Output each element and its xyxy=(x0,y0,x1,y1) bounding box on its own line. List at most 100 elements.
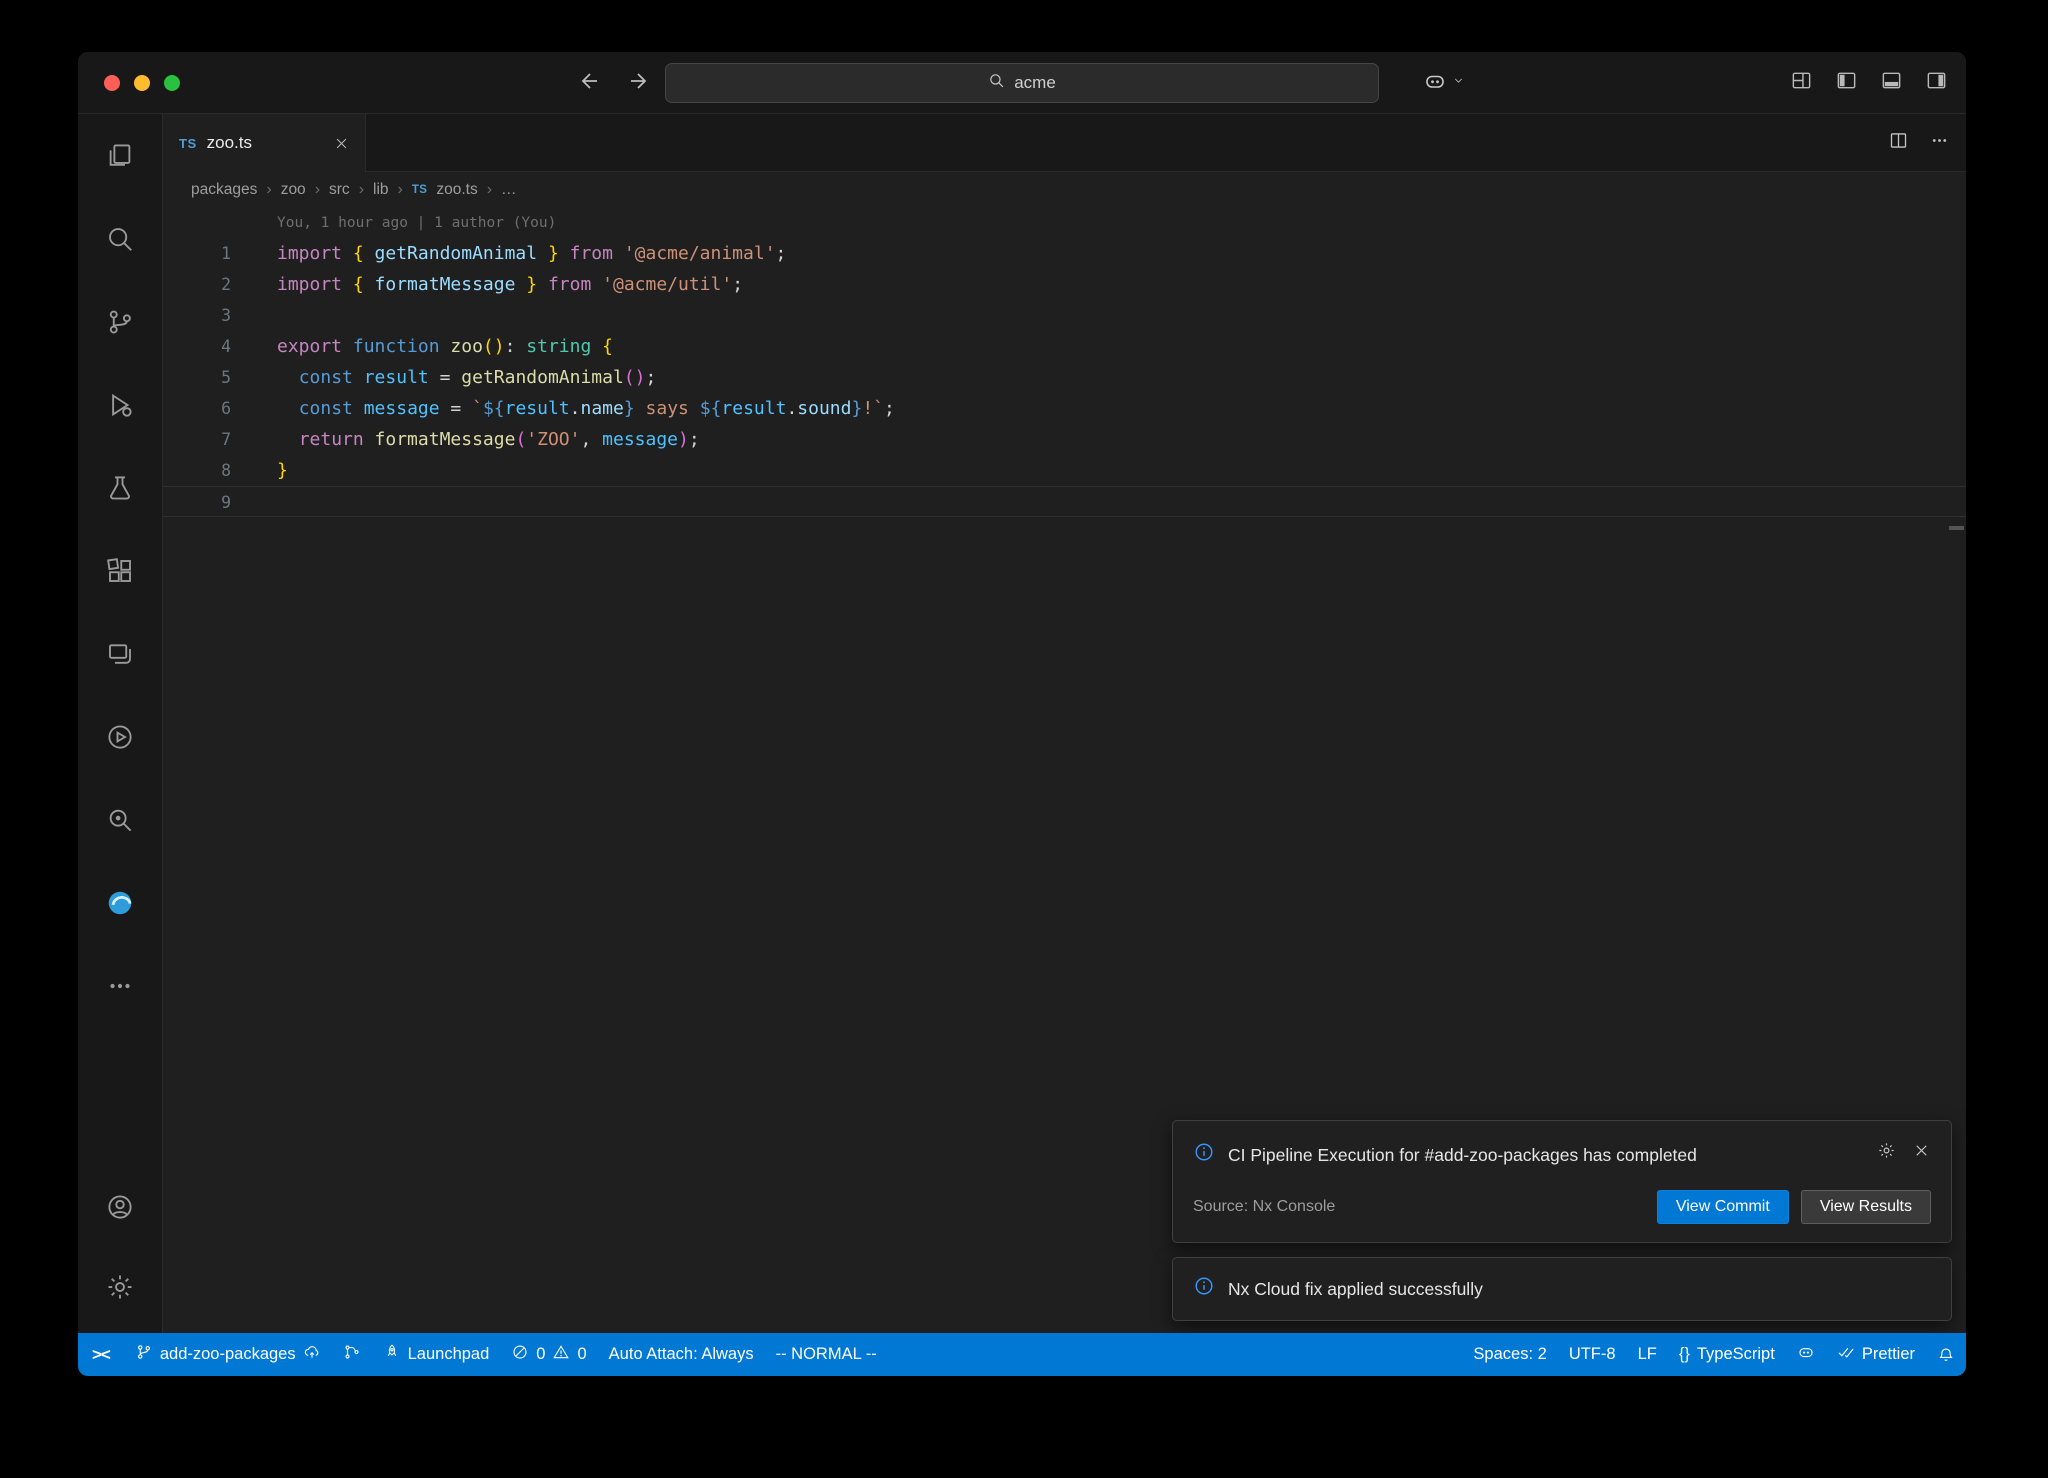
notification-settings-gear-icon[interactable] xyxy=(1877,1141,1896,1165)
close-window-button[interactable] xyxy=(104,75,120,91)
warning-count: 0 xyxy=(577,1345,586,1364)
problems-item[interactable]: 0 0 xyxy=(500,1333,597,1376)
source-control-graph-item[interactable] xyxy=(332,1333,372,1376)
editor-more-actions-icon[interactable] xyxy=(1929,130,1950,156)
notification-source: Source: Nx Console xyxy=(1193,1198,1335,1216)
code-line[interactable]: 8} xyxy=(163,455,1966,486)
overview-ruler-mark xyxy=(1949,526,1964,530)
line-content: return formatMessage('ZOO', message); xyxy=(231,424,700,455)
customize-layout-icon[interactable] xyxy=(1790,69,1813,97)
code-line[interactable]: 3 xyxy=(163,300,1966,331)
line-number: 1 xyxy=(163,238,231,269)
info-icon xyxy=(1193,1141,1215,1168)
indentation-item[interactable]: Spaces: 2 xyxy=(1462,1333,1557,1376)
source-control-icon[interactable] xyxy=(78,280,163,363)
prettier-label: Prettier xyxy=(1862,1345,1915,1364)
breadcrumb-file[interactable]: zoo.ts xyxy=(436,181,477,199)
edge-devtools-icon[interactable] xyxy=(78,861,163,944)
launchpad-item[interactable]: Launchpad xyxy=(372,1333,501,1376)
breadcrumb-item[interactable]: lib xyxy=(373,181,389,199)
copilot-status-item[interactable] xyxy=(1786,1333,1826,1376)
activity-bar xyxy=(78,114,163,1333)
chevron-right-separator: › xyxy=(359,181,364,199)
breadcrumb-overflow[interactable]: … xyxy=(501,181,517,199)
chevron-right-separator: › xyxy=(266,181,271,199)
line-content xyxy=(231,300,277,331)
line-number: 2 xyxy=(163,269,231,300)
view-commit-button[interactable]: View Commit xyxy=(1657,1190,1789,1224)
extensions-icon[interactable] xyxy=(78,529,163,612)
gitlens-blame-annotation[interactable]: You, 1 hour ago | 1 author (You) xyxy=(277,208,1966,238)
search-sidebar-icon[interactable] xyxy=(78,197,163,280)
view-results-button[interactable]: View Results xyxy=(1801,1190,1931,1224)
line-content: const message = `${result.name} says ${r… xyxy=(231,393,895,424)
status-bar: >< add-zoo-packages Launchpad xyxy=(78,1333,1966,1376)
vscode-window: acme xyxy=(78,52,1966,1376)
settings-gear-icon[interactable] xyxy=(78,1247,163,1327)
launchpad-rocket-icon xyxy=(383,1343,401,1366)
split-editor-icon[interactable] xyxy=(1888,130,1909,156)
encoding-item[interactable]: UTF-8 xyxy=(1558,1333,1627,1376)
language-mode-item[interactable]: {} TypeScript xyxy=(1668,1333,1786,1376)
line-content: import { formatMessage } from '@acme/uti… xyxy=(231,269,743,300)
accounts-icon[interactable] xyxy=(78,1167,163,1247)
notification-message: Nx Cloud fix applied successfully xyxy=(1228,1275,1483,1303)
zoom-window-button[interactable] xyxy=(164,75,180,91)
code-line[interactable]: 2import { formatMessage } from '@acme/ut… xyxy=(163,269,1966,300)
toggle-primary-sidebar-icon[interactable] xyxy=(1835,69,1858,97)
explorer-icon[interactable] xyxy=(78,114,163,197)
error-count: 0 xyxy=(536,1345,545,1364)
command-center-search[interactable]: acme xyxy=(665,63,1379,103)
code-line[interactable]: 6 const message = `${result.name} says $… xyxy=(163,393,1966,424)
window-controls xyxy=(104,75,180,91)
go-back-icon[interactable] xyxy=(578,69,602,98)
run-and-debug-icon[interactable] xyxy=(78,363,163,446)
toggle-panel-icon[interactable] xyxy=(1880,69,1903,97)
notification-center: CI Pipeline Execution for #add-zoo-packa… xyxy=(1172,1120,1952,1321)
more-views-icon[interactable] xyxy=(78,944,163,1027)
nx-console-icon[interactable] xyxy=(78,695,163,778)
copilot-icon xyxy=(1797,1343,1815,1366)
testing-beaker-icon[interactable] xyxy=(78,446,163,529)
code-lines: 1import { getRandomAnimal } from '@acme/… xyxy=(163,238,1966,517)
remote-explorer-icon[interactable] xyxy=(78,612,163,695)
double-check-icon xyxy=(1837,1343,1855,1366)
breadcrumb-item[interactable]: packages xyxy=(191,181,257,199)
chevron-down-icon[interactable] xyxy=(1452,74,1465,92)
error-icon xyxy=(511,1343,529,1366)
notifications-bell-icon[interactable] xyxy=(1926,1333,1966,1376)
code-line[interactable]: 4export function zoo(): string { xyxy=(163,331,1966,362)
editor-area: TS zoo.ts packages›zoo›src›lib›TSzoo.ts›… xyxy=(163,114,1966,1333)
notification-message: CI Pipeline Execution for #add-zoo-packa… xyxy=(1228,1141,1697,1169)
line-content: const result = getRandomAnimal(); xyxy=(231,362,656,393)
code-line[interactable]: 9 xyxy=(163,486,1966,517)
vim-mode-indicator[interactable]: -- NORMAL -- xyxy=(765,1333,888,1376)
title-bar: acme xyxy=(78,52,1966,114)
line-content: export function zoo(): string { xyxy=(231,331,613,362)
tab-zoo-ts[interactable]: TS zoo.ts xyxy=(163,114,366,172)
remote-indicator[interactable]: >< xyxy=(78,1333,124,1376)
prettier-item[interactable]: Prettier xyxy=(1826,1333,1926,1376)
minimize-window-button[interactable] xyxy=(134,75,150,91)
code-line[interactable]: 1import { getRandomAnimal } from '@acme/… xyxy=(163,238,1966,269)
breadcrumb-item[interactable]: zoo xyxy=(281,181,306,199)
auto-attach-item[interactable]: Auto Attach: Always xyxy=(598,1333,765,1376)
code-line[interactable]: 5 const result = getRandomAnimal(); xyxy=(163,362,1966,393)
container-tools-icon[interactable] xyxy=(78,778,163,861)
go-forward-icon[interactable] xyxy=(626,69,650,98)
line-number: 4 xyxy=(163,331,231,362)
copilot-icon[interactable] xyxy=(1423,69,1447,98)
line-content xyxy=(231,487,277,516)
tab-close-icon[interactable] xyxy=(334,136,349,151)
cloud-upload-icon xyxy=(303,1343,321,1366)
line-number: 8 xyxy=(163,455,231,486)
git-branch-item[interactable]: add-zoo-packages xyxy=(124,1333,332,1376)
code-line[interactable]: 7 return formatMessage('ZOO', message); xyxy=(163,424,1966,455)
eol-item[interactable]: LF xyxy=(1627,1333,1668,1376)
toggle-secondary-sidebar-icon[interactable] xyxy=(1925,69,1948,97)
language-label: TypeScript xyxy=(1697,1345,1775,1364)
search-value: acme xyxy=(1014,73,1056,93)
notification-close-icon[interactable] xyxy=(1912,1141,1931,1165)
search-icon xyxy=(988,72,1005,94)
breadcrumb-item[interactable]: src xyxy=(329,181,350,199)
